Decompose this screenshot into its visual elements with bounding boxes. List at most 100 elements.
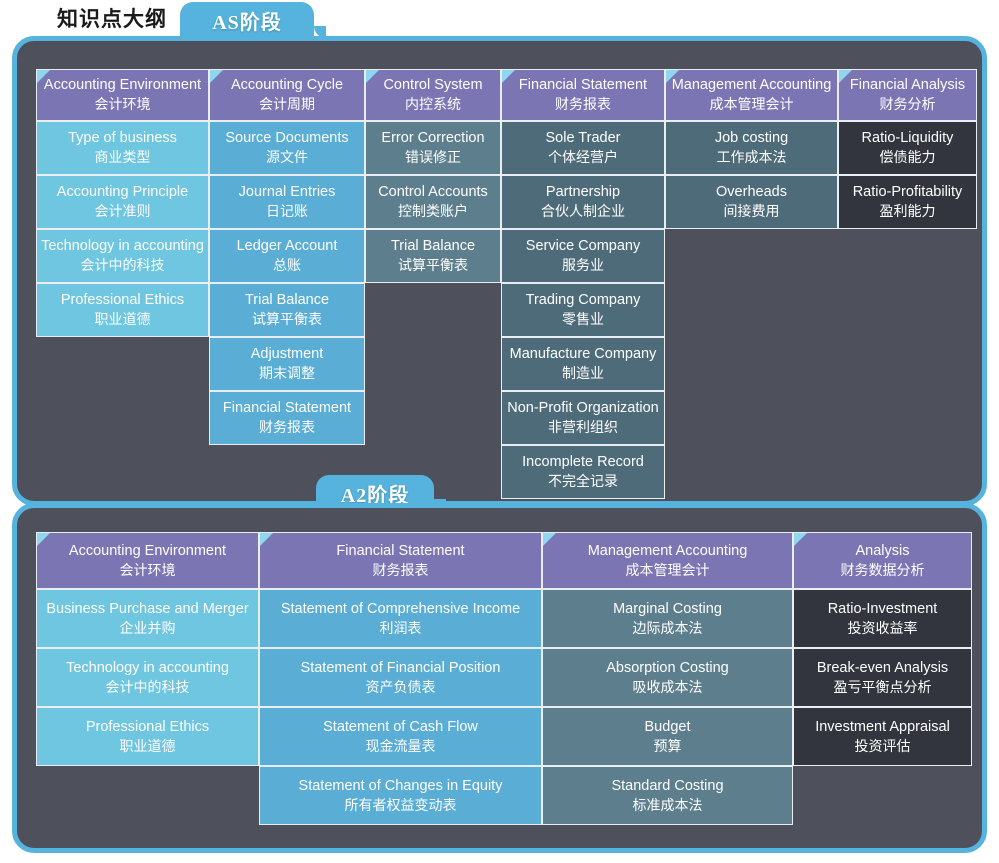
topic-cell[interactable]: Ratio-Liquidity 偿债能力: [838, 121, 977, 175]
category-header-en: Financial Analysis: [849, 77, 966, 93]
topic-cell[interactable]: Statement of Financial Position 资产负债表: [259, 648, 542, 707]
topic-cell[interactable]: Budget 预算: [542, 707, 793, 766]
topic-cell[interactable]: Business Purchase and Merger 企业并购: [36, 589, 259, 648]
category-header-cell[interactable]: Accounting Environment 会计环境: [36, 69, 209, 121]
topic-cell[interactable]: Non-Profit Organization 非营利组织: [501, 391, 665, 445]
topic-cell[interactable]: Statement of Changes in Equity 所有者权益变动表: [259, 766, 542, 825]
topic-label-en: Ratio-Liquidity: [861, 130, 954, 146]
topic-label-en: Accounting Principle: [56, 184, 189, 200]
topic-cell[interactable]: Professional Ethics 职业道德: [36, 707, 259, 766]
topic-cell[interactable]: Absorption Costing 吸收成本法: [542, 648, 793, 707]
topic-label-en: Investment Appraisal: [815, 718, 950, 735]
topic-label-cn: 源文件: [266, 149, 308, 165]
category-header-cell[interactable]: Management Accounting 成本管理会计: [665, 69, 838, 121]
topic-cell[interactable]: Ratio-Profitability 盈利能力: [838, 175, 977, 229]
topic-label-cn: 偿债能力: [879, 149, 936, 165]
category-column: Analysis 财务数据分析 Ratio-Investment 投资收益率 Break…: [793, 532, 972, 766]
topic-label-cn: 控制类账户: [398, 203, 468, 219]
topic-cell[interactable]: Technology in accounting 会计中的科技: [36, 229, 209, 283]
topic-label-en: Statement of Changes in Equity: [298, 777, 503, 794]
topic-cell[interactable]: Service Company 服务业: [501, 229, 665, 283]
a2-stage-grid: Accounting Environment 会计环境 Business Purch…: [36, 532, 972, 825]
topic-label-cn: 投资评估: [854, 737, 911, 754]
topic-label-en: Sole Trader: [545, 130, 621, 146]
category-column: Management Accounting 成本管理会计 Marginal Cost…: [542, 532, 793, 825]
topic-label-cn: 企业并购: [119, 619, 176, 636]
category-header-cn: 财务报表: [372, 561, 429, 578]
topic-label-cn: 现金流量表: [365, 737, 436, 754]
category-header-cell[interactable]: Accounting Environment 会计环境: [36, 532, 259, 589]
tab-as-stage[interactable]: AS阶段: [180, 2, 326, 38]
topic-label-en: Technology in accounting: [41, 238, 204, 254]
category-header-en: Financial Statement: [518, 77, 648, 93]
category-header-en: Accounting Cycle: [230, 77, 344, 93]
category-header-cn: 财务数据分析: [840, 561, 925, 578]
category-header-cell[interactable]: Accounting Cycle 会计周期: [209, 69, 365, 121]
category-column: Control System 内控系统 Error Correction 错误修正 Co…: [365, 69, 501, 283]
category-column: Accounting Environment 会计环境 Business Purch…: [36, 532, 259, 766]
tab-as-stage-label: AS阶段: [212, 11, 282, 34]
category-header-cn: 财务分析: [879, 96, 936, 112]
topic-cell[interactable]: Ratio-Investment 投资收益率: [793, 589, 972, 648]
topic-cell[interactable]: Partnership 合伙人制企业: [501, 175, 665, 229]
category-column: Financial Statement 财务报表 Statement of Comp…: [259, 532, 542, 825]
category-header-cell[interactable]: Management Accounting 成本管理会计: [542, 532, 793, 589]
topic-label-cn: 财务报表: [259, 419, 315, 435]
topic-label-en: Incomplete Record: [522, 454, 644, 470]
category-header-en: Analysis: [855, 542, 910, 559]
topic-label-en: Financial Statement: [222, 400, 352, 416]
topic-cell[interactable]: Break-even Analysis 盈亏平衡点分析: [793, 648, 972, 707]
topic-cell[interactable]: Professional Ethics 职业道德: [36, 283, 209, 337]
category-header-cell[interactable]: Control System 内控系统: [365, 69, 501, 121]
topic-label-en: Type of business: [68, 130, 177, 146]
topic-label-cn: 标准成本法: [632, 796, 703, 813]
topic-label-en: Trading Company: [525, 292, 641, 308]
topic-label-en: Trial Balance: [244, 292, 330, 308]
topic-label-en: Trial Balance: [390, 238, 476, 254]
topic-label-cn: 工作成本法: [716, 149, 787, 165]
topic-cell[interactable]: Trial Balance 试算平衡表: [365, 229, 501, 283]
topic-cell[interactable]: Type of business 商业类型: [36, 121, 209, 175]
topic-label-en: Manufacture Company: [509, 346, 657, 362]
topic-cell[interactable]: Trading Company 零售业: [501, 283, 665, 337]
category-header-en: Control System: [383, 77, 483, 93]
topic-cell[interactable]: Incomplete Record 不完全记录: [501, 445, 665, 499]
topic-cell[interactable]: Trial Balance 试算平衡表: [209, 283, 365, 337]
topic-cell[interactable]: Journal Entries 日记账: [209, 175, 365, 229]
category-header-cn: 内控系统: [405, 96, 461, 112]
topic-cell[interactable]: Manufacture Company 制造业: [501, 337, 665, 391]
topic-label-cn: 盈利能力: [879, 203, 936, 219]
topic-cell[interactable]: Standard Costing 标准成本法: [542, 766, 793, 825]
topic-cell[interactable]: Statement of Comprehensive Income 利润表: [259, 589, 542, 648]
category-header-en: Management Accounting: [587, 542, 748, 559]
topic-label-cn: 试算平衡表: [252, 311, 322, 327]
topic-label-cn: 试算平衡表: [398, 257, 468, 273]
topic-label-cn: 商业类型: [94, 149, 151, 165]
category-header-cell[interactable]: Financial Analysis 财务分析: [838, 69, 977, 121]
topic-cell[interactable]: Source Documents 源文件: [209, 121, 365, 175]
topic-cell[interactable]: Investment Appraisal 投资评估: [793, 707, 972, 766]
topic-cell[interactable]: Financial Statement 财务报表: [209, 391, 365, 445]
category-header-en: Financial Statement: [336, 542, 465, 559]
topic-cell[interactable]: Sole Trader 个体经营户: [501, 121, 665, 175]
topic-cell[interactable]: Adjustment 期末调整: [209, 337, 365, 391]
category-header-cn: 会计环境: [119, 561, 176, 578]
topic-cell[interactable]: Job costing 工作成本法: [665, 121, 838, 175]
topic-label-en: Marginal Costing: [613, 600, 722, 617]
topic-cell[interactable]: Error Correction 错误修正: [365, 121, 501, 175]
topic-cell[interactable]: Control Accounts 控制类账户: [365, 175, 501, 229]
topic-cell[interactable]: Technology in accounting 会计中的科技: [36, 648, 259, 707]
topic-cell[interactable]: Statement of Cash Flow 现金流量表: [259, 707, 542, 766]
topic-cell[interactable]: Ledger Account 总账: [209, 229, 365, 283]
topic-cell[interactable]: Accounting Principle 会计准则: [36, 175, 209, 229]
topic-label-en: Non-Profit Organization: [507, 400, 659, 416]
topic-cell[interactable]: Marginal Costing 边际成本法: [542, 589, 793, 648]
topic-label-cn: 总账: [273, 257, 301, 273]
category-header-cell[interactable]: Financial Statement 财务报表: [501, 69, 665, 121]
category-header-cell[interactable]: Analysis 财务数据分析: [793, 532, 972, 589]
category-header-cell[interactable]: Financial Statement 财务报表: [259, 532, 542, 589]
topic-label-cn: 职业道德: [119, 737, 176, 754]
topic-cell[interactable]: Overheads 间接费用: [665, 175, 838, 229]
category-header-en: Management Accounting: [671, 77, 832, 93]
category-column: Management Accounting 成本管理会计 Job costing 工作…: [665, 69, 838, 229]
